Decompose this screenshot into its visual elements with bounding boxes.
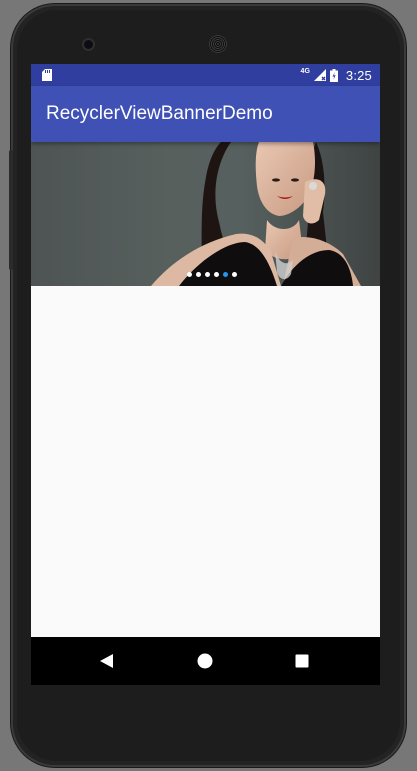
navigation-bar xyxy=(31,637,380,685)
app-bar: RecyclerViewBannerDemo xyxy=(31,86,380,142)
back-icon[interactable] xyxy=(98,651,118,671)
banner-indicator-dot[interactable] xyxy=(231,272,237,277)
screen: 4G 3:25 RecyclerViewBannerDemo xyxy=(31,64,380,685)
banner-indicator-dot[interactable] xyxy=(195,272,201,277)
banner-indicator-dot[interactable] xyxy=(213,272,219,277)
sd-card-icon xyxy=(42,69,52,81)
home-icon[interactable] xyxy=(195,651,215,671)
earpiece-speaker xyxy=(209,35,227,53)
front-camera xyxy=(84,40,93,49)
signal-icon xyxy=(313,69,326,81)
recycler-content-area xyxy=(31,286,380,637)
battery-icon xyxy=(329,68,338,82)
status-icons: 4G 3:25 xyxy=(301,64,372,86)
network-type-label: 4G xyxy=(300,67,310,75)
banner-indicator-dot[interactable] xyxy=(204,272,210,277)
banner-indicator-dot-active[interactable] xyxy=(222,272,228,277)
app-title: RecyclerViewBannerDemo xyxy=(46,103,273,124)
banner-carousel[interactable] xyxy=(31,142,380,286)
banner-image xyxy=(151,142,361,286)
status-bar: 4G 3:25 xyxy=(31,64,380,86)
banner-indicators xyxy=(31,272,380,277)
side-button xyxy=(9,150,13,270)
banner-indicator-dot[interactable] xyxy=(186,272,192,277)
recent-apps-icon[interactable] xyxy=(292,651,312,671)
status-clock: 3:25 xyxy=(345,67,372,83)
